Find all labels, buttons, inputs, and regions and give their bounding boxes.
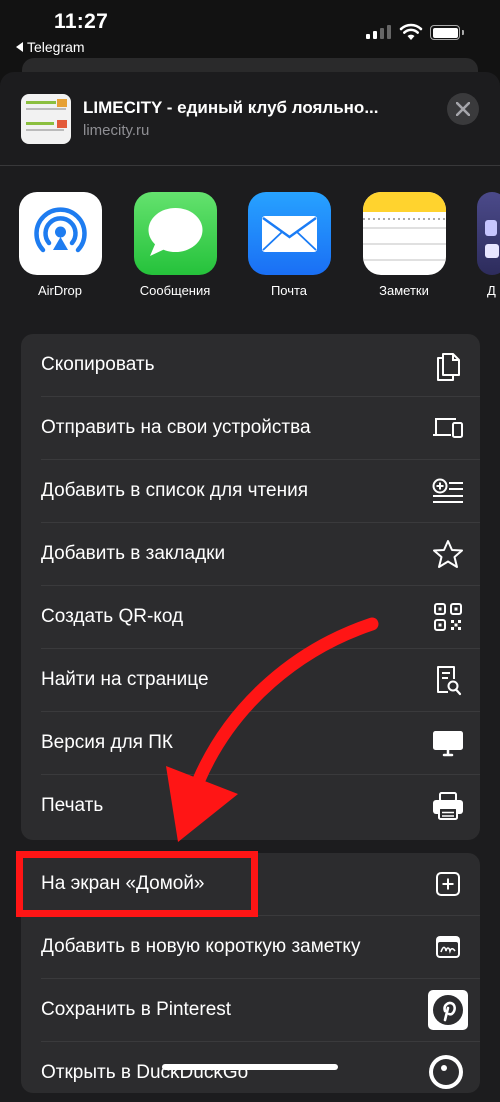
home-indicator[interactable]	[162, 1064, 338, 1070]
highlight-box-annotation	[16, 851, 258, 917]
red-arrow-annotation	[166, 617, 379, 842]
